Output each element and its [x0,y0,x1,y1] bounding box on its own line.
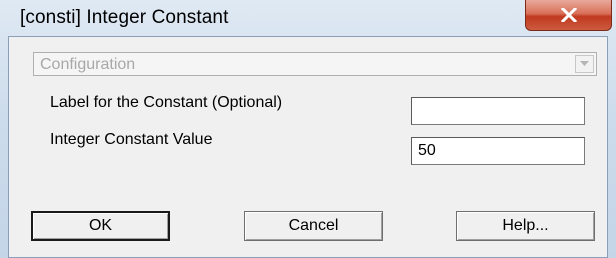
dialog-body: Configuration Label for the Constant (Op… [8,36,608,258]
integer-value-label: Integer Constant Value [50,131,213,148]
integer-value-input[interactable] [411,137,585,165]
help-button[interactable]: Help... [456,211,595,241]
label-constant-input[interactable] [411,97,585,125]
configuration-dropdown[interactable]: Configuration [33,52,597,76]
configuration-selected: Configuration [40,56,136,73]
label-constant-label: Label for the Constant (Optional) [50,94,283,111]
window-title: [consti] Integer Constant [20,7,229,28]
cancel-button[interactable]: Cancel [244,211,383,241]
chevron-down-icon [580,61,589,66]
dialog-window: [consti] Integer Constant Configuration … [0,0,616,258]
title-bar[interactable]: [consti] Integer Constant [0,0,616,36]
close-x-icon [560,8,577,22]
close-button[interactable] [525,0,612,31]
dropdown-arrow-button[interactable] [575,55,594,73]
ok-button[interactable]: OK [31,211,170,241]
